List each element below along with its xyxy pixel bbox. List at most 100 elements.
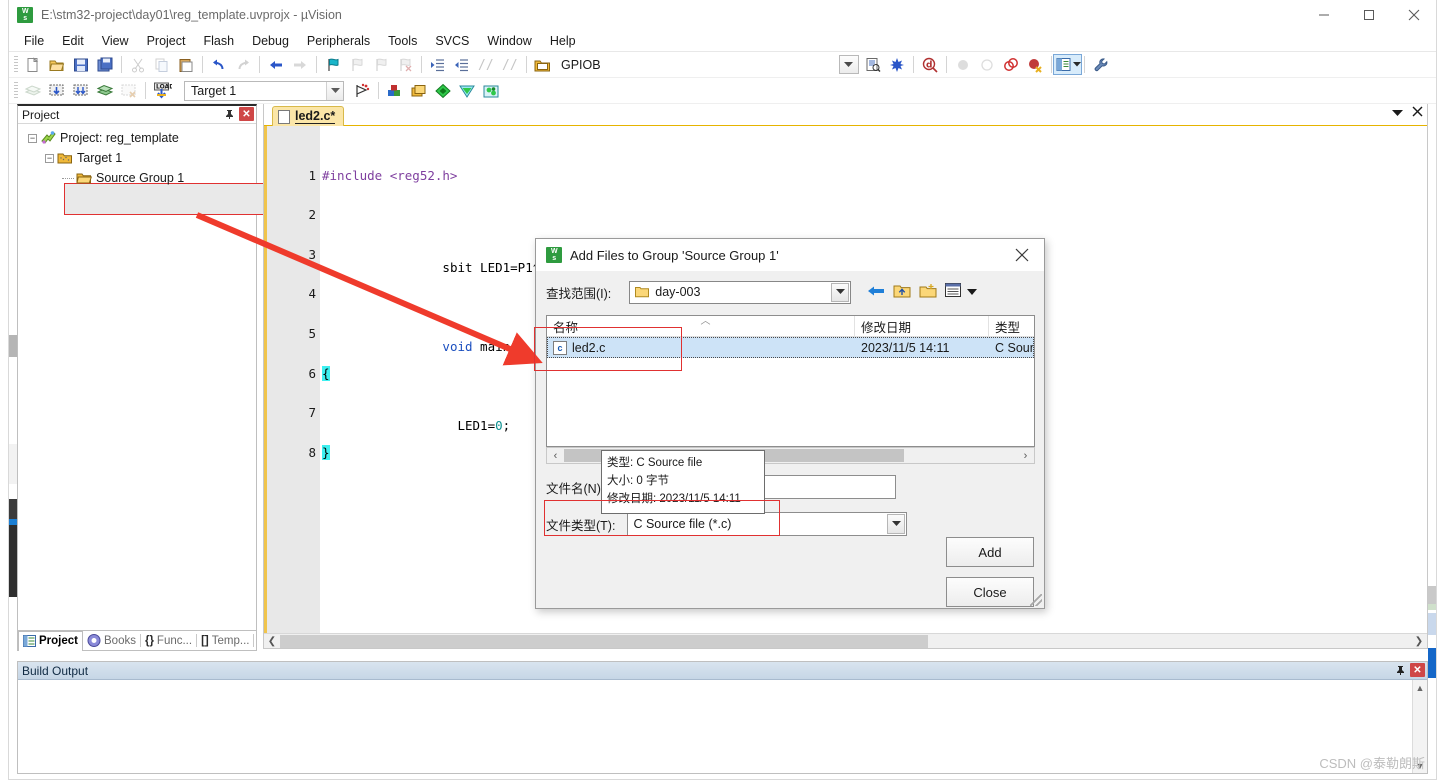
start-debug-icon[interactable] [350, 80, 374, 102]
left-docked-strip[interactable] [9, 104, 17, 657]
chevron-down-icon[interactable] [831, 282, 850, 302]
tree-item-project[interactable]: − Project: reg_template [18, 128, 256, 148]
filetype-combo[interactable]: C Source file (*.c) [627, 512, 908, 536]
tree-item-target[interactable]: − Target 1 [18, 148, 256, 168]
dropdown-icon[interactable] [837, 54, 861, 76]
close-icon[interactable]: ✕ [239, 107, 254, 121]
menu-flash[interactable]: Flash [194, 32, 243, 50]
configure-tools-icon[interactable] [1089, 54, 1113, 76]
close-button[interactable]: Close [946, 577, 1034, 607]
menu-edit[interactable]: Edit [53, 32, 93, 50]
remove-breakpoint-icon[interactable] [1023, 54, 1047, 76]
bookmark-next-icon[interactable] [369, 54, 393, 76]
menu-help[interactable]: Help [541, 32, 585, 50]
file-list[interactable]: ︿ 名称 修改日期 类型 c led2.c 2023/11/5 14:11 C … [546, 315, 1035, 514]
chevron-left-icon[interactable]: ❮ [264, 636, 280, 647]
bookmark-clear-icon[interactable] [393, 54, 417, 76]
chevron-left-icon[interactable]: ‹ [547, 450, 564, 462]
menu-window[interactable]: Window [478, 32, 540, 50]
symbol-value[interactable]: GPIOB [555, 58, 601, 72]
new-file-icon[interactable] [21, 54, 45, 76]
manage-project-icon[interactable] [407, 80, 431, 102]
rebuild-icon[interactable] [69, 80, 93, 102]
close-icon[interactable] [1000, 239, 1044, 271]
editor-tab-led2c[interactable]: led2.c* [272, 106, 345, 126]
uncomment-icon[interactable]: //≢ [498, 54, 522, 76]
copy-icon[interactable] [150, 54, 174, 76]
open-file-icon[interactable] [45, 54, 69, 76]
resize-grip-icon[interactable] [1030, 594, 1042, 606]
menu-project[interactable]: Project [138, 32, 195, 50]
redo-icon[interactable] [231, 54, 255, 76]
collapse-icon[interactable]: − [45, 153, 54, 163]
sidebar-tab-project[interactable]: Project [18, 630, 83, 651]
close-icon[interactable] [1391, 0, 1436, 30]
quick-find-icon[interactable]: d [918, 54, 942, 76]
download-icon[interactable]: LOAD [150, 80, 174, 102]
open-project-icon[interactable] [531, 54, 555, 76]
navigate-forward-icon[interactable] [288, 54, 312, 76]
build-icon[interactable] [45, 80, 69, 102]
comment-icon[interactable]: //≡ [474, 54, 498, 76]
stop-build-icon[interactable] [117, 80, 141, 102]
chevron-down-icon[interactable] [887, 514, 906, 534]
build-output-content[interactable]: ▲ ▼ [18, 680, 1427, 773]
find-in-files-icon[interactable] [861, 54, 885, 76]
pin-icon[interactable] [1393, 663, 1407, 677]
multi-project-icon[interactable] [431, 80, 455, 102]
editor-horizontal-scrollbar[interactable]: ❮ ❯ [264, 633, 1427, 648]
right-docked-strip[interactable] [1428, 110, 1436, 678]
file-name-cell[interactable]: c led2.c [547, 337, 855, 358]
manage-runtime-icon[interactable] [479, 80, 503, 102]
indent-icon[interactable] [426, 54, 450, 76]
sidebar-tab-templates[interactable]: [] Temp... [197, 631, 253, 650]
look-in-combo[interactable]: day-003 [629, 280, 852, 304]
minimize-icon[interactable] [1301, 0, 1346, 30]
column-header-modified[interactable]: 修改日期 [855, 316, 989, 336]
window-layout-icon[interactable] [1053, 54, 1083, 76]
translate-icon[interactable] [21, 80, 45, 102]
toolbar-grip[interactable] [14, 55, 18, 74]
chevron-right-icon[interactable]: › [1017, 450, 1034, 462]
collapse-icon[interactable]: − [28, 133, 37, 143]
add-button[interactable]: Add [946, 537, 1034, 567]
menu-tools[interactable]: Tools [379, 32, 426, 50]
breakpoint-icon[interactable] [951, 54, 975, 76]
undo-icon[interactable] [207, 54, 231, 76]
menu-debug[interactable]: Debug [243, 32, 298, 50]
target-options-icon[interactable] [383, 80, 407, 102]
menu-view[interactable]: View [93, 32, 138, 50]
navigate-back-icon[interactable] [264, 54, 288, 76]
bookmark-toggle-icon[interactable] [321, 54, 345, 76]
disable-breakpoint-icon[interactable] [975, 54, 999, 76]
chevron-down-icon[interactable] [1392, 106, 1403, 120]
new-folder-icon[interactable] [919, 283, 937, 302]
menu-file[interactable]: File [15, 32, 53, 50]
sidebar-tab-functions[interactable]: {} Func... [141, 631, 196, 650]
configure-icon[interactable] [885, 54, 909, 76]
target-selector[interactable]: Target 1 [184, 80, 344, 101]
menu-peripherals[interactable]: Peripherals [298, 32, 379, 50]
batch-build-icon[interactable] [93, 80, 117, 102]
column-header-name[interactable]: ︿ 名称 [547, 316, 855, 336]
pack-installer-icon[interactable] [455, 80, 479, 102]
chevron-right-icon[interactable]: ❯ [1411, 636, 1427, 647]
save-all-icon[interactable] [93, 54, 117, 76]
bookmark-prev-icon[interactable] [345, 54, 369, 76]
close-icon[interactable]: ✕ [1410, 663, 1425, 677]
column-header-type[interactable]: 类型 [989, 316, 1034, 336]
toolbar-grip[interactable] [14, 81, 18, 100]
file-list-row[interactable]: c led2.c 2023/11/5 14:11 C Sour [547, 337, 1034, 358]
tree-item-source-group[interactable]: Source Group 1 [18, 168, 256, 188]
scrollbar-thumb[interactable] [280, 634, 928, 648]
sidebar-tab-books[interactable]: Books [83, 631, 140, 650]
maximize-icon[interactable] [1346, 0, 1391, 30]
kill-all-breakpoints-icon[interactable] [999, 54, 1023, 76]
menu-svcs[interactable]: SVCS [426, 32, 478, 50]
save-icon[interactable] [69, 54, 93, 76]
view-mode-dropdown-icon[interactable] [967, 285, 978, 299]
paste-icon[interactable] [174, 54, 198, 76]
pin-icon[interactable] [222, 107, 236, 121]
view-mode-icon[interactable] [945, 283, 963, 301]
up-folder-icon[interactable] [893, 283, 911, 302]
